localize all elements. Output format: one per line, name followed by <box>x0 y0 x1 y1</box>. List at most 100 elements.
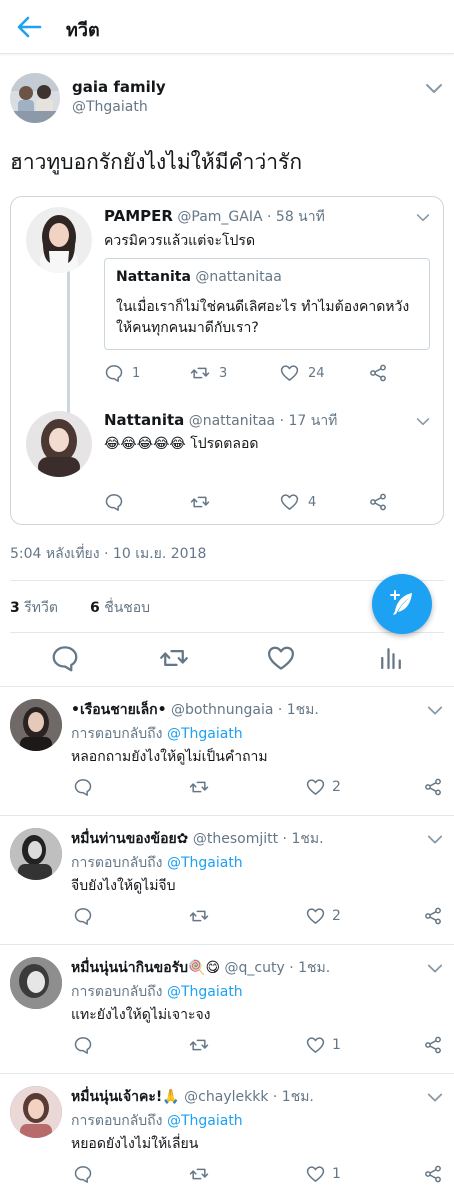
author-handle-time: @nattanitaa · 17 นาที <box>188 413 338 429</box>
compose-feather-icon <box>390 590 412 615</box>
replying-to: การตอบกลับถึง @Thgaiath <box>71 723 243 745</box>
reply-tweet[interactable]: หมื่นท่านของข้อย✿ @thesomjitt · 1ชม. การ… <box>0 815 454 944</box>
like-button[interactable]: 2 <box>305 905 341 927</box>
like-count: 4 <box>308 494 317 510</box>
thread-connector <box>67 267 70 413</box>
chevron-down-icon[interactable] <box>416 417 430 427</box>
author-name[interactable]: หมื่นนุ่นเจ้าคะ!🙏 <box>71 1089 180 1105</box>
replying-to-label: การตอบกลับถึง <box>71 1113 163 1129</box>
like-count: 1 <box>332 1037 341 1053</box>
likes-count: 6 <box>90 600 100 616</box>
retweets-count: 3 <box>10 600 20 616</box>
reply-icon[interactable] <box>50 643 80 673</box>
retweet-stats[interactable]: 3 รีทวีต <box>10 597 58 619</box>
emoji-sequence: 😂😂😂😂😂 <box>104 436 186 452</box>
author-handle[interactable]: @Thgaiath <box>72 99 148 115</box>
reply-button[interactable] <box>73 1163 93 1185</box>
retweet-button[interactable] <box>188 905 210 927</box>
author-name: Nattanita <box>116 269 191 285</box>
author-name[interactable]: หมื่นท่านของข้อย✿ <box>71 831 188 847</box>
tweet-header: Nattanita @nattanitaa <box>116 269 282 285</box>
heart-icon[interactable] <box>266 643 296 673</box>
divider <box>10 580 444 581</box>
author-handle-time: @chaylekkk · 1ชม. <box>184 1089 314 1105</box>
replying-to-handle[interactable]: @Thgaiath <box>167 984 243 1000</box>
analytics-icon[interactable] <box>376 643 406 673</box>
like-button[interactable]: 24 <box>279 362 325 384</box>
like-stats[interactable]: 6 ชื่นชอบ <box>90 597 150 619</box>
avatar[interactable] <box>10 957 62 1009</box>
retweet-icon[interactable] <box>158 643 188 673</box>
share-icon[interactable] <box>368 491 388 513</box>
reply-button[interactable]: 1 <box>104 362 140 384</box>
chevron-down-icon[interactable] <box>425 82 443 96</box>
like-button[interactable]: 1 <box>305 1163 341 1185</box>
likes-label: ชื่นชอบ <box>104 600 151 616</box>
tweet-timestamp: 5:04 หลังเที่ยง · 10 เม.ย. 2018 <box>10 546 207 562</box>
avatar[interactable] <box>26 411 92 477</box>
reply-button[interactable] <box>73 905 93 927</box>
author-name[interactable]: หมื่นนุ่นน่ากินขอรับ🍭😋 <box>71 960 220 976</box>
reply-button[interactable] <box>73 1034 93 1056</box>
retweet-button[interactable]: 3 <box>189 362 227 384</box>
chevron-down-icon[interactable] <box>427 1092 443 1104</box>
tweet-header: หมื่นนุ่นเจ้าคะ!🙏 @chaylekkk · 1ชม. <box>71 1086 314 1108</box>
avatar[interactable] <box>10 828 62 880</box>
replying-to-handle[interactable]: @Thgaiath <box>167 1113 243 1129</box>
reply-button[interactable] <box>104 491 124 513</box>
replying-to-handle[interactable]: @Thgaiath <box>167 726 243 742</box>
retweet-button[interactable] <box>188 1034 210 1056</box>
author-handle: @nattanitaa <box>195 269 282 285</box>
share-icon[interactable] <box>368 362 388 384</box>
avatar[interactable] <box>10 1086 62 1138</box>
author-name[interactable]: •เรือนชายเล็ก• <box>71 702 167 718</box>
author-handle-time: @q_cuty · 1ชม. <box>224 960 331 976</box>
share-icon[interactable] <box>423 905 443 927</box>
replying-to: การตอบกลับถึง @Thgaiath <box>71 981 243 1003</box>
chevron-down-icon[interactable] <box>427 834 443 846</box>
like-count: 2 <box>332 908 341 924</box>
avatar[interactable] <box>26 207 92 273</box>
reply-tweet[interactable]: หมื่นนุ่นน่ากินขอรับ🍭😋 @q_cuty · 1ชม. กา… <box>0 944 454 1073</box>
author-name[interactable]: Nattanita <box>104 411 184 429</box>
like-button[interactable]: 4 <box>279 491 316 513</box>
replying-to-label: การตอบกลับถึง <box>71 855 163 871</box>
chevron-down-icon[interactable] <box>427 705 443 717</box>
author-handle-time: @thesomjitt · 1ชม. <box>192 831 324 847</box>
tweet-text: แทะยังไงให้ดูไม่เจาะจง <box>71 1007 211 1023</box>
tweet-text: ฮาวทูบอกรักยังไงไม่ให้มีคำว่ารัก <box>10 150 303 174</box>
tweet-text: 😂😂😂😂😂 โปรดตลอด <box>104 433 258 455</box>
compose-tweet-button[interactable] <box>372 574 432 634</box>
like-button[interactable]: 1 <box>305 1034 341 1056</box>
tweet-text: จีบยังไงให้ดูไม่จีบ <box>71 878 176 894</box>
retweet-button[interactable] <box>188 776 210 798</box>
quoted-thread-card[interactable]: PAMPER @Pam_GAIA · 58 นาที ควรมิควรแล้วแ… <box>10 196 444 525</box>
like-count: 1 <box>332 1166 341 1182</box>
chevron-down-icon[interactable] <box>427 963 443 975</box>
reply-tweet[interactable]: หมื่นนุ่นเจ้าคะ!🙏 @chaylekkk · 1ชม. การต… <box>0 1073 454 1200</box>
tweet-text: ในเมื่อเราก็ไม่ใช่คนดีเลิศอะไร ทำไมต้องค… <box>116 299 410 336</box>
tweet-body: โปรดตลอด <box>190 436 259 452</box>
chevron-down-icon[interactable] <box>416 213 430 223</box>
like-count: 2 <box>332 779 341 795</box>
avatar[interactable] <box>10 73 60 123</box>
avatar[interactable] <box>10 699 62 751</box>
reply-button[interactable] <box>73 776 93 798</box>
replying-to-handle[interactable]: @Thgaiath <box>167 855 243 871</box>
tweet-text: ควรมิควรแล้วแต่จะโปรด <box>104 233 256 249</box>
author-name[interactable]: PAMPER <box>104 207 173 225</box>
retweet-button[interactable] <box>189 491 211 513</box>
like-button[interactable]: 2 <box>305 776 341 798</box>
back-arrow-icon[interactable] <box>16 15 42 39</box>
tweet-text: หยอดยังไงไม่ให้เลี่ยน <box>71 1136 199 1152</box>
inner-quoted-tweet[interactable]: Nattanita @nattanitaa ในเมื่อเราก็ไม่ใช่… <box>104 258 430 350</box>
author-name[interactable]: gaia family <box>72 78 166 96</box>
retweet-button[interactable] <box>188 1163 210 1185</box>
share-icon[interactable] <box>423 1163 443 1185</box>
share-icon[interactable] <box>423 776 443 798</box>
tweet-header: หมื่นนุ่นน่ากินขอรับ🍭😋 @q_cuty · 1ชม. <box>71 957 330 979</box>
share-icon[interactable] <box>423 1034 443 1056</box>
author-handle-time: @bothnungaia · 1ชม. <box>171 702 319 718</box>
replying-to-label: การตอบกลับถึง <box>71 984 163 1000</box>
reply-tweet[interactable]: •เรือนชายเล็ก• @bothnungaia · 1ชม. การตอ… <box>0 686 454 815</box>
